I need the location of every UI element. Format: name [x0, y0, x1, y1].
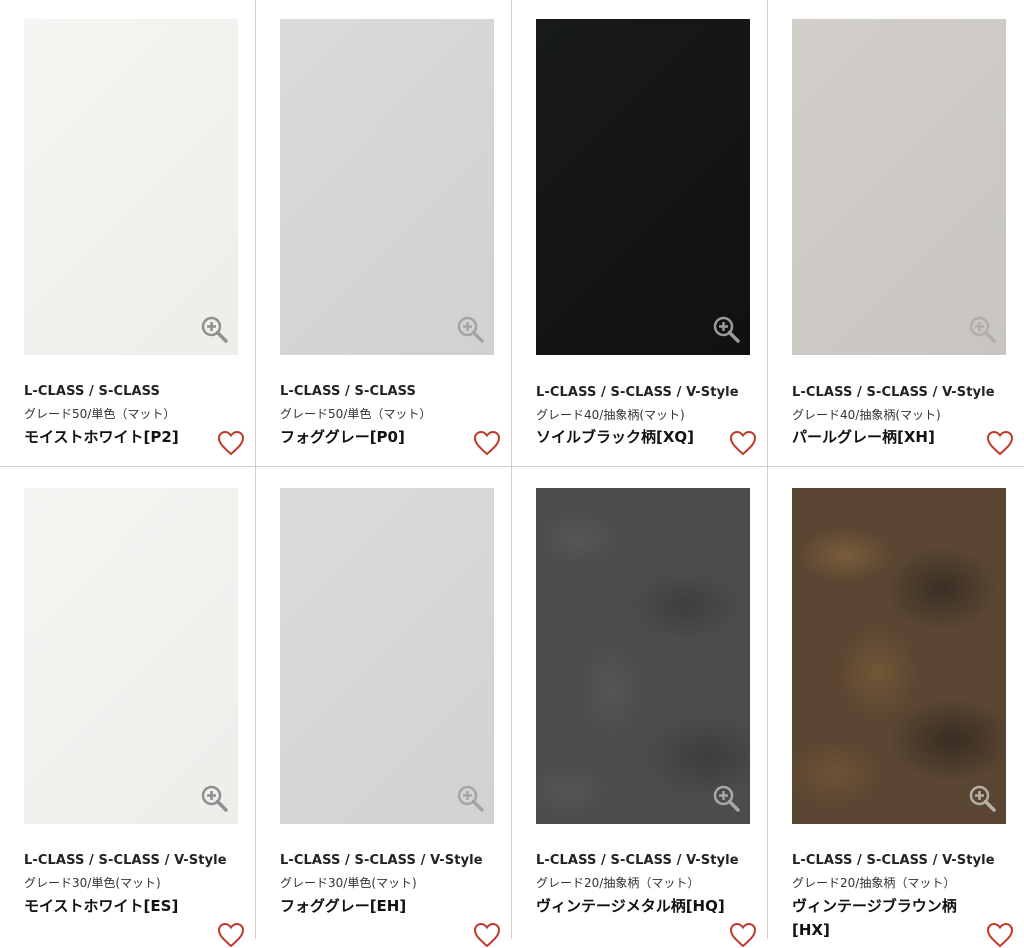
- zoom-in-icon[interactable]: [712, 784, 740, 812]
- series-label: L-CLASS / S-CLASS / V-Style: [792, 385, 995, 400]
- zoom-in-icon[interactable]: [200, 784, 228, 812]
- product-name[interactable]: フォググレー[EH]: [280, 894, 470, 918]
- product-name[interactable]: モイストホワイト[P2]: [24, 425, 214, 449]
- grade-label: グレード30/単色(マット): [24, 876, 161, 890]
- zoom-in-icon[interactable]: [456, 784, 484, 812]
- grade-label: グレード20/抽象柄（マット）: [536, 876, 700, 890]
- heart-outline-icon[interactable]: [217, 430, 245, 456]
- product-card[interactable]: L-CLASS / S-CLASS / V-Style グレード40/抽象柄(マ…: [512, 0, 768, 467]
- series-label: L-CLASS / S-CLASS / V-Style: [536, 853, 739, 868]
- color-swatch[interactable]: [536, 488, 750, 824]
- grade-label: グレード50/単色（マット）: [280, 407, 432, 421]
- zoom-in-icon[interactable]: [968, 315, 996, 343]
- product-name[interactable]: ヴィンテージメタル柄[HQ]: [536, 894, 726, 918]
- series-label: L-CLASS / S-CLASS / V-Style: [792, 853, 995, 868]
- heart-outline-icon[interactable]: [729, 430, 757, 456]
- series-label: L-CLASS / S-CLASS: [24, 384, 160, 399]
- series-label: L-CLASS / S-CLASS: [280, 384, 416, 399]
- grade-label: グレード50/単色（マット）: [24, 407, 176, 421]
- heart-outline-icon[interactable]: [986, 430, 1014, 456]
- product-card[interactable]: L-CLASS / S-CLASS グレード50/単色（マット） フォググレー[…: [256, 0, 512, 467]
- color-swatch[interactable]: [792, 19, 1006, 355]
- product-card[interactable]: L-CLASS / S-CLASS / V-Style グレード30/単色(マッ…: [256, 467, 512, 948]
- heart-outline-icon[interactable]: [473, 922, 501, 948]
- product-card[interactable]: L-CLASS / S-CLASS / V-Style グレード30/単色(マッ…: [0, 467, 256, 948]
- series-label: L-CLASS / S-CLASS / V-Style: [24, 853, 227, 868]
- series-label: L-CLASS / S-CLASS / V-Style: [536, 385, 739, 400]
- series-label: L-CLASS / S-CLASS / V-Style: [280, 853, 483, 868]
- grade-label: グレード30/単色(マット): [280, 876, 417, 890]
- product-name[interactable]: ソイルブラック柄[XQ]: [536, 425, 726, 449]
- product-name[interactable]: フォググレー[P0]: [280, 425, 470, 449]
- color-swatch[interactable]: [792, 488, 1006, 824]
- grade-label: グレード40/抽象柄(マット): [536, 408, 685, 422]
- heart-outline-icon[interactable]: [729, 922, 757, 948]
- color-swatch[interactable]: [536, 19, 750, 355]
- zoom-in-icon[interactable]: [200, 315, 228, 343]
- grade-label: グレード40/抽象柄(マット): [792, 408, 941, 422]
- zoom-in-icon[interactable]: [456, 315, 484, 343]
- product-card[interactable]: L-CLASS / S-CLASS / V-Style グレード20/抽象柄（マ…: [512, 467, 768, 948]
- product-card[interactable]: L-CLASS / S-CLASS / V-Style グレード20/抽象柄（マ…: [768, 467, 1024, 948]
- zoom-in-icon[interactable]: [968, 784, 996, 812]
- product-name[interactable]: パールグレー柄[XH]: [792, 425, 982, 449]
- heart-outline-icon[interactable]: [473, 430, 501, 456]
- heart-outline-icon[interactable]: [986, 922, 1014, 948]
- product-card[interactable]: L-CLASS / S-CLASS / V-Style グレード40/抽象柄(マ…: [768, 0, 1024, 467]
- product-card[interactable]: L-CLASS / S-CLASS グレード50/単色（マット） モイストホワイ…: [0, 0, 256, 467]
- color-swatch[interactable]: [280, 488, 494, 824]
- color-swatch[interactable]: [24, 19, 238, 355]
- color-swatch[interactable]: [24, 488, 238, 824]
- color-swatch[interactable]: [280, 19, 494, 355]
- product-grid: L-CLASS / S-CLASS グレード50/単色（マット） モイストホワイ…: [0, 0, 1024, 948]
- grade-label: グレード20/抽象柄（マット）: [792, 876, 956, 890]
- heart-outline-icon[interactable]: [217, 922, 245, 948]
- zoom-in-icon[interactable]: [712, 315, 740, 343]
- product-name[interactable]: ヴィンテージブラウン柄[HX]: [792, 894, 972, 942]
- product-name[interactable]: モイストホワイト[ES]: [24, 894, 214, 918]
